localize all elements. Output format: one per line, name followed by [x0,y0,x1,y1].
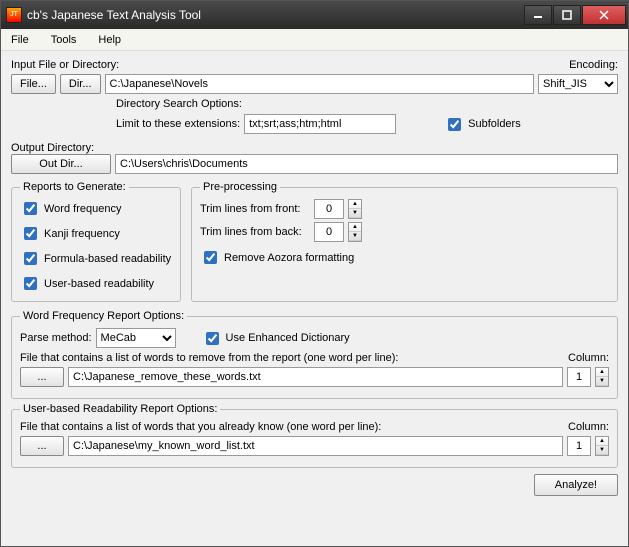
preprocessing-fieldset: Pre-processing Trim lines from front: ▲▼… [191,181,618,302]
app-window: JT cb's Japanese Text Analysis Tool File… [0,0,629,547]
reports-legend: Reports to Generate: [20,181,129,193]
file-button[interactable]: File... [11,74,56,94]
remove-file-field[interactable] [68,367,563,387]
wfr-column-spinner[interactable]: ▲▼ [595,367,609,387]
up-icon[interactable]: ▲ [349,200,361,209]
menu-tools[interactable]: Tools [47,32,81,48]
window-controls [523,5,626,25]
ubr-column-spinner[interactable]: ▲▼ [595,436,609,456]
word-freq-checkbox[interactable]: Word frequency [20,199,172,218]
down-icon[interactable]: ▼ [596,446,608,455]
known-file-label: File that contains a list of words that … [20,421,564,433]
trim-front-label: Trim lines from front: [200,203,310,215]
ubr-legend: User-based Readability Report Options: [20,403,220,415]
out-dir-button[interactable]: Out Dir... [11,154,111,174]
extensions-field[interactable] [244,114,396,134]
trim-back-spinner[interactable]: ▲▼ [348,222,362,242]
subfolders-check-input[interactable] [448,118,461,131]
subfolders-checkbox[interactable]: Subfolders [444,115,521,134]
trim-front-spinner[interactable]: ▲▼ [348,199,362,219]
remove-file-label: File that contains a list of words to re… [20,352,564,364]
dir-search-options-label: Directory Search Options: [116,98,618,110]
output-label: Output Directory: [11,142,618,154]
aozora-checkbox[interactable]: Remove Aozora formatting [200,248,609,267]
window-title: cb's Japanese Text Analysis Tool [27,8,523,22]
remove-file-browse-button[interactable]: ... [20,367,64,387]
known-file-field[interactable] [68,436,563,456]
app-icon: JT [6,7,22,23]
up-icon[interactable]: ▲ [596,368,608,377]
trim-back-input[interactable] [314,222,344,242]
parse-method-label: Parse method: [20,332,92,344]
menubar: File Tools Help [1,29,628,51]
known-file-browse-button[interactable]: ... [20,436,64,456]
content-area: Input File or Directory: Encoding: File.… [1,51,628,546]
minimize-button[interactable] [524,5,552,25]
parse-method-select[interactable]: MeCab [96,328,176,348]
down-icon[interactable]: ▼ [596,377,608,386]
maximize-button[interactable] [553,5,581,25]
down-icon[interactable]: ▼ [349,232,361,241]
kanji-freq-checkbox[interactable]: Kanji frequency [20,224,172,243]
preprocessing-legend: Pre-processing [200,181,280,193]
reports-fieldset: Reports to Generate: Word frequency Kanj… [11,181,181,302]
encoding-label: Encoding: [569,59,618,71]
input-path-field[interactable] [105,74,534,94]
down-icon[interactable]: ▼ [349,209,361,218]
menu-help[interactable]: Help [94,32,125,48]
output-path-field[interactable] [115,154,618,174]
analyze-button[interactable]: Analyze! [534,474,618,496]
trim-front-input[interactable] [314,199,344,219]
up-icon[interactable]: ▲ [596,437,608,446]
wfr-legend: Word Frequency Report Options: [20,310,187,322]
subfolders-label: Subfolders [468,118,521,130]
word-freq-options-fieldset: Word Frequency Report Options: Parse met… [11,310,618,399]
user-readability-checkbox[interactable]: User-based readability [20,274,172,293]
encoding-select[interactable]: Shift_JIS [538,74,618,94]
wfr-column-input[interactable] [567,367,591,387]
ubr-column-input[interactable] [567,436,591,456]
formula-readability-checkbox[interactable]: Formula-based readability [20,249,172,268]
input-label: Input File or Directory: [11,59,565,71]
menu-file[interactable]: File [7,32,33,48]
ubr-column-label: Column: [568,421,609,433]
enhanced-dict-checkbox[interactable]: Use Enhanced Dictionary [202,329,350,348]
wfr-column-label: Column: [568,352,609,364]
dir-button[interactable]: Dir... [60,74,101,94]
limit-ext-label: Limit to these extensions: [116,118,240,130]
trim-back-label: Trim lines from back: [200,226,310,238]
user-readability-options-fieldset: User-based Readability Report Options: F… [11,403,618,468]
close-button[interactable] [582,5,626,25]
up-icon[interactable]: ▲ [349,223,361,232]
titlebar: JT cb's Japanese Text Analysis Tool [1,1,628,29]
